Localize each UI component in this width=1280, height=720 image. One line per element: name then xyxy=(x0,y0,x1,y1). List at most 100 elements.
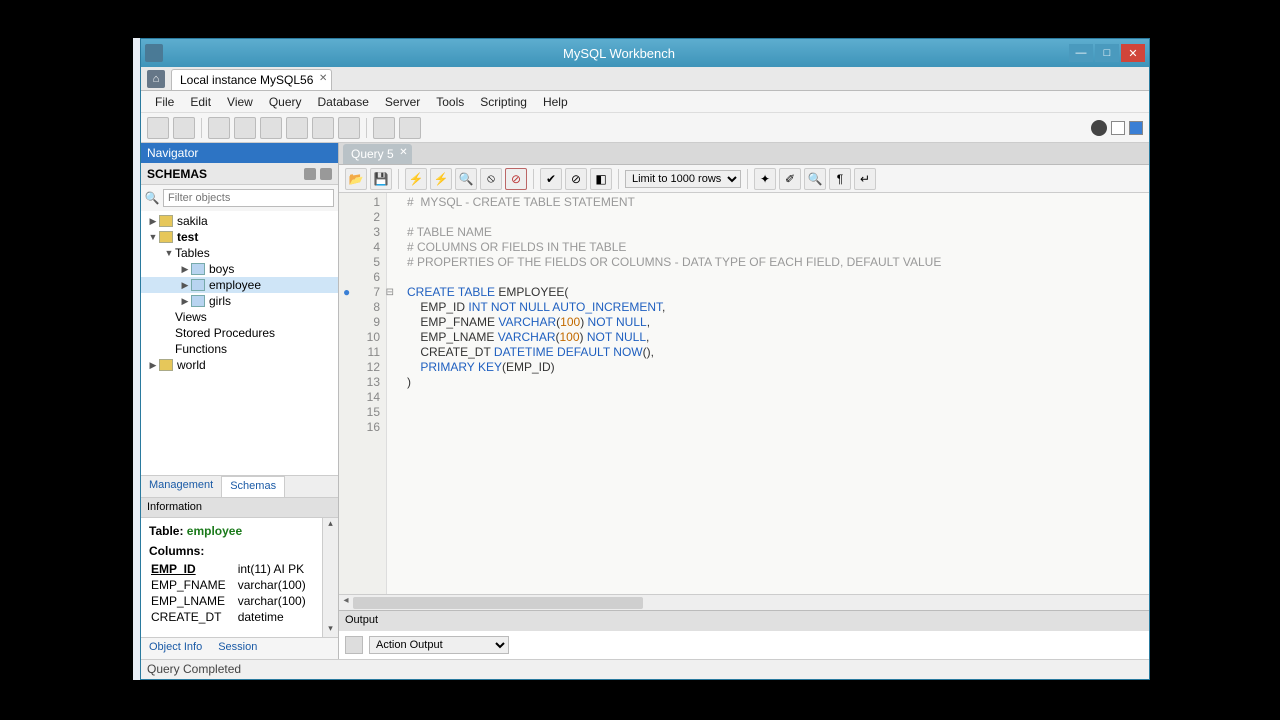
info-bottom-tabs: Object Info Session xyxy=(141,637,338,659)
columns-label: Columns: xyxy=(149,544,330,558)
folder-label: Views xyxy=(175,310,207,324)
tab-object-info[interactable]: Object Info xyxy=(141,638,210,659)
query-tab[interactable]: Query 5 ✕ xyxy=(343,144,412,164)
close-button[interactable]: ✕ xyxy=(1121,44,1145,62)
sql-editor[interactable]: 123456 78910111213141516 # MYSQL - CREAT… xyxy=(339,193,1149,594)
schema-label: sakila xyxy=(177,214,208,228)
schema-world[interactable]: ▶world xyxy=(141,357,338,373)
col-name: EMP_ID xyxy=(151,562,236,576)
functions-folder[interactable]: Functions xyxy=(141,341,338,357)
find-icon[interactable]: ✐ xyxy=(779,168,801,190)
separator xyxy=(747,169,748,189)
inspector-icon[interactable] xyxy=(208,117,230,139)
create-schema-icon[interactable] xyxy=(234,117,256,139)
col-type: varchar(100) xyxy=(238,594,316,608)
table-label: Table: xyxy=(149,524,183,538)
panel-toggle-right[interactable] xyxy=(1129,121,1143,135)
save-icon[interactable]: 💾 xyxy=(370,168,392,190)
panel-toggle-left[interactable] xyxy=(1111,121,1125,135)
open-sql-icon[interactable] xyxy=(173,117,195,139)
autocommit-icon[interactable]: ◧ xyxy=(590,168,612,190)
create-function-icon[interactable] xyxy=(338,117,360,139)
output-mode-select[interactable]: Action Output xyxy=(369,636,509,654)
create-procedure-icon[interactable] xyxy=(312,117,334,139)
table-label: boys xyxy=(209,262,234,276)
home-icon[interactable]: ⌂ xyxy=(147,70,165,88)
table-icon xyxy=(191,263,205,275)
menu-help[interactable]: Help xyxy=(535,95,576,109)
navigator-bottom-tabs: Management Schemas xyxy=(141,475,338,497)
stop-icon[interactable]: ⊘ xyxy=(505,168,527,190)
titlebar: MySQL Workbench — □ ✕ xyxy=(141,39,1149,67)
output-header: Output xyxy=(339,611,1149,631)
rollback-icon[interactable]: ⊘ xyxy=(565,168,587,190)
create-table-icon[interactable] xyxy=(260,117,282,139)
schema-tree[interactable]: ▶sakila ▼test ▼Tables ▶boys ▶employee ▶g… xyxy=(141,211,338,475)
menu-tools[interactable]: Tools xyxy=(428,95,472,109)
schemas-section-header: SCHEMAS xyxy=(141,163,338,185)
menubar: File Edit View Query Database Server Too… xyxy=(141,91,1149,113)
settings-icon[interactable] xyxy=(1091,120,1107,136)
col-type: datetime xyxy=(238,610,316,624)
create-view-icon[interactable] xyxy=(286,117,308,139)
refresh-icon[interactable] xyxy=(304,168,316,180)
close-tab-icon[interactable]: ✕ xyxy=(319,73,327,84)
invisible-chars-icon[interactable]: ¶ xyxy=(829,168,851,190)
maximize-button[interactable]: □ xyxy=(1095,44,1119,62)
editor-area: Query 5 ✕ 📂 💾 ⚡ ⚡ 🔍 ⦸ ⊘ ✔ ⊘ ◧ Limit to 1… xyxy=(339,143,1149,659)
table-boys[interactable]: ▶boys xyxy=(141,261,338,277)
execute-icon[interactable]: ⚡ xyxy=(405,168,427,190)
menu-edit[interactable]: Edit xyxy=(182,95,219,109)
new-sql-tab-icon[interactable] xyxy=(147,117,169,139)
menu-database[interactable]: Database xyxy=(310,95,377,109)
table-icon xyxy=(191,279,205,291)
execute-current-icon[interactable]: ⚡ xyxy=(430,168,452,190)
expand-icon[interactable] xyxy=(320,168,332,180)
explain-icon[interactable]: 🔍 xyxy=(455,168,477,190)
table-girls[interactable]: ▶girls xyxy=(141,293,338,309)
tables-folder[interactable]: ▼Tables xyxy=(141,245,338,261)
menu-server[interactable]: Server xyxy=(377,95,428,109)
schema-test[interactable]: ▼test xyxy=(141,229,338,245)
editor-toolbar: 📂 💾 ⚡ ⚡ 🔍 ⦸ ⊘ ✔ ⊘ ◧ Limit to 1000 rows ✦… xyxy=(339,165,1149,193)
menu-query[interactable]: Query xyxy=(261,95,310,109)
reconnect-icon[interactable] xyxy=(399,117,421,139)
beautify-icon[interactable]: ✦ xyxy=(754,168,776,190)
information-header: Information xyxy=(141,497,338,517)
search-table-data-icon[interactable] xyxy=(373,117,395,139)
commit-icon[interactable]: ✔ xyxy=(540,168,562,190)
tab-management[interactable]: Management xyxy=(141,476,221,497)
menu-file[interactable]: File xyxy=(147,95,182,109)
sprocs-folder[interactable]: Stored Procedures xyxy=(141,325,338,341)
search-icon[interactable]: 🔍 xyxy=(804,168,826,190)
output-section: Output Action Output xyxy=(339,610,1149,659)
menu-scripting[interactable]: Scripting xyxy=(472,95,535,109)
horizontal-scrollbar[interactable]: ◂ xyxy=(339,594,1149,610)
window-title: MySQL Workbench xyxy=(169,46,1069,61)
output-mode-icon[interactable] xyxy=(345,636,363,654)
navigator-title: Navigator xyxy=(147,146,198,160)
views-folder[interactable]: Views xyxy=(141,309,338,325)
table-employee[interactable]: ▶employee xyxy=(141,277,338,293)
minimize-button[interactable]: — xyxy=(1069,44,1093,62)
menu-view[interactable]: View xyxy=(219,95,261,109)
tab-schemas[interactable]: Schemas xyxy=(221,476,285,497)
wrap-icon[interactable]: ↵ xyxy=(854,168,876,190)
open-file-icon[interactable]: 📂 xyxy=(345,168,367,190)
connection-tab[interactable]: Local instance MySQL56 ✕ xyxy=(171,69,332,90)
query-tabs: Query 5 ✕ xyxy=(339,143,1149,165)
tab-session[interactable]: Session xyxy=(210,638,265,659)
schema-sakila[interactable]: ▶sakila xyxy=(141,213,338,229)
info-scrollbar[interactable]: ▴▾ xyxy=(322,518,338,637)
database-icon xyxy=(159,215,173,227)
filter-input[interactable] xyxy=(163,189,334,207)
close-tab-icon[interactable]: ✕ xyxy=(399,147,407,158)
toolbar-separator xyxy=(201,118,202,138)
search-icon: 🔍 xyxy=(145,191,159,205)
stop-on-error-icon[interactable]: ⦸ xyxy=(480,168,502,190)
limit-rows-select[interactable]: Limit to 1000 rows xyxy=(625,170,741,188)
navigator-header: Navigator xyxy=(141,143,338,163)
code-content[interactable]: # MYSQL - CREATE TABLE STATEMENT# TABLE … xyxy=(387,193,947,594)
navigator-panel: Navigator SCHEMAS 🔍 ▶sakila ▼test ▼Table… xyxy=(141,143,339,659)
schemas-label: SCHEMAS xyxy=(147,167,207,181)
